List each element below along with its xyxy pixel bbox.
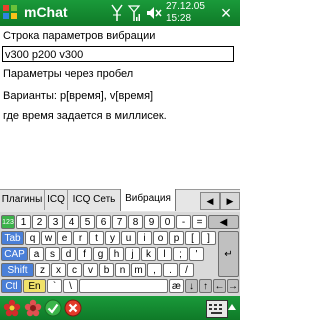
- hint-space-separated: Параметры через пробел: [3, 68, 134, 80]
- key-language[interactable]: En: [23, 279, 46, 293]
- key-6[interactable]: 6: [96, 215, 111, 229]
- key-arrow-right[interactable]: →: [227, 279, 239, 293]
- key-3[interactable]: 3: [48, 215, 63, 229]
- key-r[interactable]: r: [73, 231, 88, 245]
- tab-plugins[interactable]: Плагины: [0, 190, 45, 210]
- key-m[interactable]: m: [131, 263, 146, 277]
- key-equals[interactable]: =: [192, 215, 207, 229]
- clock[interactable]: 27.12.05 15:28: [166, 1, 205, 25]
- key-q[interactable]: q: [25, 231, 40, 245]
- key-backtick[interactable]: `: [47, 279, 62, 293]
- key-v[interactable]: v: [83, 263, 98, 277]
- date-text: 27.12.05: [166, 1, 205, 12]
- bottom-menu-bar: [0, 296, 240, 320]
- settings-flower-icon[interactable]: [24, 299, 42, 317]
- input-panel-keyboard-icon[interactable]: [206, 300, 228, 318]
- vibration-string-label: Строка параметров вибрации: [3, 30, 156, 42]
- key-ctrl[interactable]: Ctl: [1, 279, 22, 293]
- key-u[interactable]: u: [121, 231, 136, 245]
- key-123[interactable]: 123: [1, 215, 15, 229]
- key-period[interactable]: .: [163, 263, 178, 277]
- key-t[interactable]: t: [89, 231, 104, 245]
- key-f[interactable]: f: [77, 247, 92, 261]
- key-p[interactable]: p: [169, 231, 184, 245]
- tab-icq[interactable]: ICQ: [45, 190, 68, 210]
- key-arrow-left[interactable]: ←: [213, 279, 226, 293]
- key-right-bracket[interactable]: ]: [201, 231, 216, 245]
- key-z[interactable]: z: [35, 263, 50, 277]
- key-arrow-down[interactable]: ↓: [185, 279, 198, 293]
- hint-variants: Варианты: p[время], v[время]: [3, 90, 154, 102]
- key-b[interactable]: b: [99, 263, 114, 277]
- vibration-params-input[interactable]: v300 p200 v300: [2, 46, 234, 62]
- ok-check-icon[interactable]: [44, 299, 62, 317]
- key-minus[interactable]: -: [176, 215, 191, 229]
- key-1[interactable]: 1: [16, 215, 31, 229]
- app-title: mChat: [24, 4, 68, 20]
- tab-icq-network[interactable]: ICQ Сеть: [68, 190, 121, 210]
- close-button[interactable]: ×: [214, 2, 238, 24]
- key-slash[interactable]: /: [179, 263, 194, 277]
- key-space[interactable]: [79, 279, 168, 293]
- time-text: 15:28: [166, 13, 192, 24]
- settings-tabs: Плагины ICQ ICQ Сеть Вибрация ◀ ▶: [0, 189, 240, 212]
- key-0[interactable]: 0: [160, 215, 175, 229]
- key-i[interactable]: i: [137, 231, 152, 245]
- hint-milliseconds: где время задается в миллисек.: [3, 110, 167, 122]
- key-c[interactable]: c: [67, 263, 82, 277]
- signal-strength-icon[interactable]: [126, 3, 142, 23]
- windows-start-icon[interactable]: [2, 4, 18, 20]
- title-bar: mChat 27.12.05 15:28 ×: [0, 0, 240, 26]
- key-k[interactable]: k: [141, 247, 156, 261]
- key-ae[interactable]: æ: [169, 279, 184, 293]
- key-2[interactable]: 2: [32, 215, 47, 229]
- soft-keyboard: 123 1 2 3 4 5 6 7 8 9 0 - = ◀ Tab q w e …: [0, 212, 240, 296]
- key-n[interactable]: n: [115, 263, 130, 277]
- key-h[interactable]: h: [109, 247, 124, 261]
- key-a[interactable]: a: [29, 247, 44, 261]
- tab-scroll-left-button[interactable]: ◀: [200, 192, 220, 210]
- key-o[interactable]: o: [153, 231, 168, 245]
- key-e[interactable]: e: [57, 231, 72, 245]
- key-comma[interactable]: ,: [147, 263, 162, 277]
- status-flower-red-icon[interactable]: [3, 299, 21, 317]
- volume-muted-icon[interactable]: [146, 3, 162, 23]
- key-arrow-up[interactable]: ↑: [199, 279, 212, 293]
- connectivity-icon[interactable]: [110, 3, 124, 23]
- key-tab[interactable]: Tab: [1, 231, 24, 245]
- vibration-settings-panel: Строка параметров вибрации v300 p200 v30…: [0, 26, 240, 188]
- key-d[interactable]: d: [61, 247, 76, 261]
- tab-vibration[interactable]: Вибрация: [120, 189, 176, 211]
- key-apostrophe[interactable]: ': [189, 247, 204, 261]
- key-x[interactable]: x: [51, 263, 66, 277]
- key-w[interactable]: w: [41, 231, 56, 245]
- key-l[interactable]: l: [157, 247, 172, 261]
- key-backspace[interactable]: ◀: [208, 215, 239, 229]
- key-y[interactable]: y: [105, 231, 120, 245]
- input-panel-toggle-icon[interactable]: [228, 304, 236, 310]
- key-shift[interactable]: Shift: [1, 263, 34, 277]
- key-caps[interactable]: CAP: [1, 247, 28, 261]
- key-s[interactable]: s: [45, 247, 60, 261]
- key-j[interactable]: j: [125, 247, 140, 261]
- key-7[interactable]: 7: [112, 215, 127, 229]
- key-semicolon[interactable]: ;: [173, 247, 188, 261]
- cancel-x-icon[interactable]: [64, 299, 82, 317]
- key-8[interactable]: 8: [128, 215, 143, 229]
- key-g[interactable]: g: [93, 247, 108, 261]
- key-5[interactable]: 5: [80, 215, 95, 229]
- key-backslash[interactable]: \: [63, 279, 78, 293]
- tab-scroll-right-button[interactable]: ▶: [220, 192, 240, 210]
- key-4[interactable]: 4: [64, 215, 79, 229]
- key-enter[interactable]: ↵: [218, 231, 239, 277]
- key-9[interactable]: 9: [144, 215, 159, 229]
- key-left-bracket[interactable]: [: [185, 231, 200, 245]
